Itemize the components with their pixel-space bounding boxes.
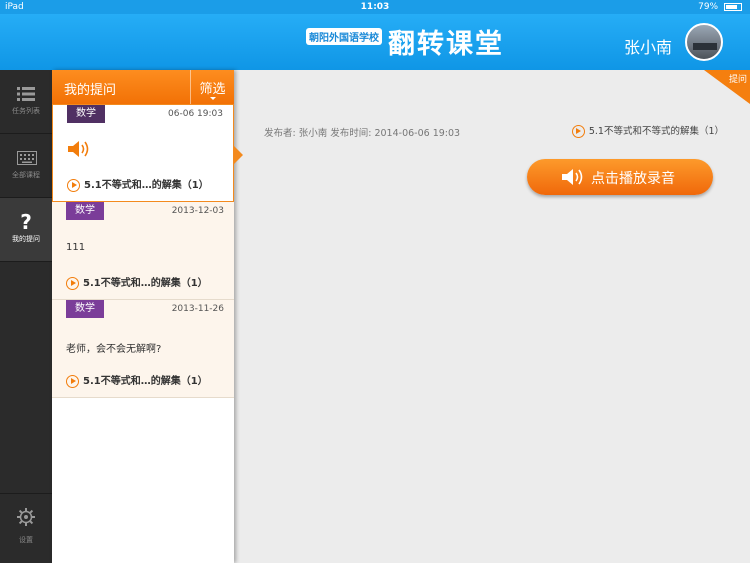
play-icon <box>66 374 79 388</box>
sidebar-item-settings[interactable]: 设置 <box>0 493 52 563</box>
play-recording-button[interactable]: 点击播放录音 <box>527 159 713 195</box>
course-link[interactable]: 5.1不等式和…的解集（1） <box>67 176 209 192</box>
sidebar: 任务列表 全部课程 ? 我的提问 设置 <box>0 70 52 563</box>
filter-button[interactable]: 筛选 <box>190 70 234 104</box>
list-item[interactable]: 数学 2013-12-03 111 5.1不等式和…的解集（1） <box>52 202 234 300</box>
sidebar-item-courses[interactable]: 全部课程 <box>0 134 52 198</box>
keyboard-icon <box>17 150 37 166</box>
speaker-icon <box>562 169 583 185</box>
sidebar-item-label: 我的提问 <box>12 235 40 243</box>
sidebar-item-my-questions[interactable]: ? 我的提问 <box>0 198 52 262</box>
course-link[interactable]: 5.1不等式和…的解集（1） <box>66 274 208 290</box>
gear-icon <box>0 508 52 531</box>
corner-tag: 提问 <box>704 70 750 104</box>
play-icon <box>67 178 80 192</box>
question-date: 2013-11-26 <box>171 304 224 314</box>
clock: 11:03 <box>360 2 390 12</box>
status-bar: iPad 11:03 79% <box>0 0 750 14</box>
sidebar-item-tasks[interactable]: 任务列表 <box>0 70 52 134</box>
question-text: 111 <box>66 242 86 253</box>
question-date: 2013-12-03 <box>171 206 224 216</box>
school-logo: 朝阳外国语学校 <box>306 28 382 45</box>
play-icon <box>571 125 585 138</box>
sidebar-item-label: 任务列表 <box>12 107 40 115</box>
list-item[interactable]: 数学 2013-11-26 老师，会不会无解啊? 5.1不等式和…的解集（1） <box>52 300 234 398</box>
battery-icon <box>724 2 742 11</box>
question-list-panel: 我的提问 筛选 数学 06-06 19:03 5.1不等式和…的解集（1） 数学… <box>52 70 234 563</box>
question-date: 06-06 19:03 <box>168 109 223 119</box>
app-title: 翻转课堂 <box>388 29 504 60</box>
app-header: 朝阳外国语学校 翻转课堂 张小南 <box>0 14 750 70</box>
list-title: 我的提问 <box>64 83 117 98</box>
subject-tag: 数学 <box>67 105 105 123</box>
play-icon <box>66 276 79 290</box>
list-header: 我的提问 筛选 <box>52 70 234 104</box>
question-meta: 发布者: 张小南 发布时间: 2014-06-06 19:03 <box>264 128 461 139</box>
list-item[interactable]: 数学 06-06 19:03 5.1不等式和…的解集（1） <box>52 104 234 202</box>
selection-pointer <box>233 145 243 165</box>
question-detail: 提问 发布者: 张小南 发布时间: 2014-06-06 19:03 5.1不等… <box>244 70 750 563</box>
question-text: 老师，会不会无解啊? <box>66 344 162 355</box>
question-icon: ? <box>20 210 32 234</box>
detail-course-link[interactable]: 5.1不等式和不等式的解集（1） <box>571 123 724 138</box>
course-link[interactable]: 5.1不等式和…的解集（1） <box>66 372 208 388</box>
battery-percent: 79% <box>698 2 719 12</box>
play-recording-label: 点击播放录音 <box>591 171 675 187</box>
list-icon <box>17 86 35 102</box>
battery-indicator: 79% <box>698 2 742 12</box>
subject-tag: 数学 <box>66 300 104 318</box>
avatar[interactable] <box>685 23 723 61</box>
user-name[interactable]: 张小南 <box>624 34 672 58</box>
sidebar-item-label: 全部课程 <box>12 171 40 179</box>
speaker-icon[interactable] <box>67 139 93 159</box>
subject-tag: 数学 <box>66 202 104 220</box>
settings-label: 设置 <box>19 536 33 544</box>
